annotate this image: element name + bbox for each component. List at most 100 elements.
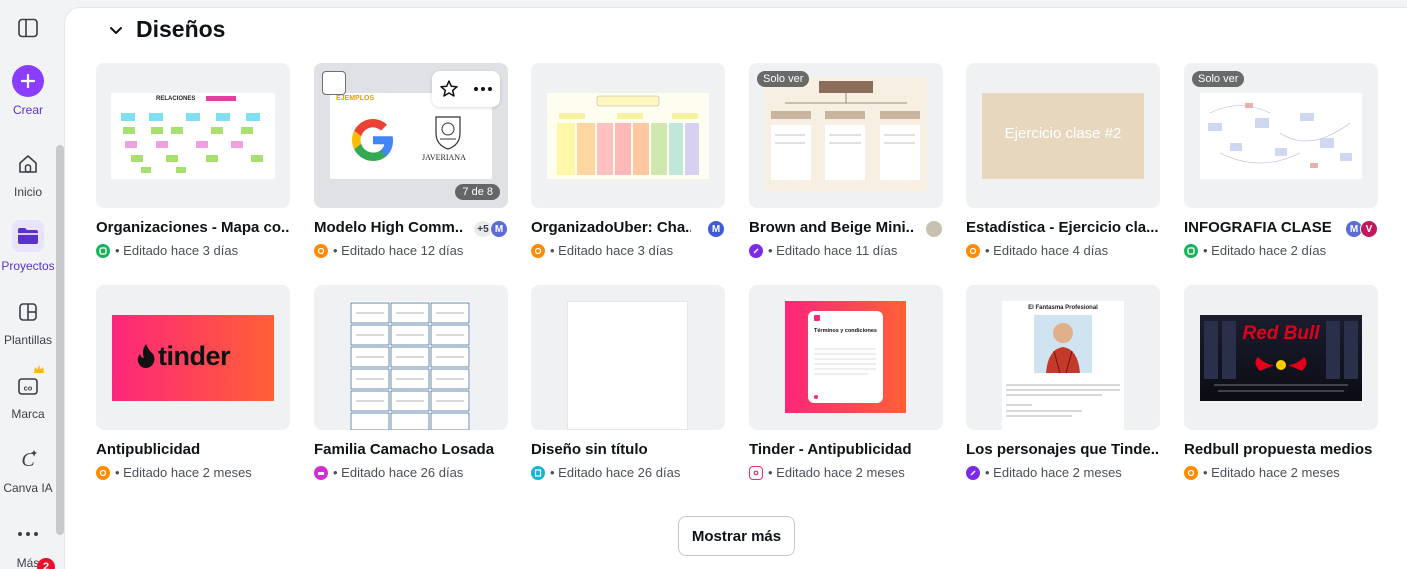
design-name[interactable]: Diseño sin título <box>531 441 725 458</box>
thumbnail-image: Red Bull <box>1200 315 1362 401</box>
design-meta: • Editado hace 4 días <box>966 243 1108 258</box>
doc-app-icon <box>531 465 545 480</box>
google-logo-icon <box>352 119 393 161</box>
design-meta: • Editado hace 3 días <box>531 243 673 258</box>
nav-templates[interactable] <box>12 296 44 328</box>
collaborator-avatars[interactable]: M <box>707 220 725 238</box>
sidebar-toggle-icon[interactable] <box>17 18 39 38</box>
design-meta: • Editado hace 3 días <box>96 243 238 258</box>
edited-time: Editado hace 12 días <box>341 243 464 258</box>
folder-icon <box>18 228 38 244</box>
whiteboard-app-icon <box>749 243 763 258</box>
design-name[interactable]: Modelo High Comm... <box>314 219 464 236</box>
print-app-icon <box>314 465 328 480</box>
show-more-button[interactable]: Mostrar más <box>678 516 795 556</box>
design-name[interactable]: Los personajes que Tinde... <box>966 441 1160 458</box>
avatar: M <box>490 220 508 238</box>
design-name[interactable]: Organizaciones - Mapa co... <box>96 219 290 236</box>
whiteboard-app-icon <box>966 465 980 480</box>
design-thumbnail[interactable]: tinder <box>96 285 290 430</box>
nav-more[interactable] <box>12 518 44 550</box>
thumbnail-image: RELACIONES <box>111 93 275 179</box>
notification-badge: 2 <box>37 558 55 569</box>
svg-text:co: co <box>24 384 33 393</box>
thumbnail-image: El Fantasma Profesional <box>1002 301 1124 430</box>
nav-projects[interactable] <box>12 220 44 252</box>
design-name[interactable]: OrganizadoUber: Cha... <box>531 219 691 236</box>
nav-brand[interactable]: co <box>12 370 44 402</box>
avatar: M <box>707 220 725 238</box>
design-thumbnail[interactable]: Solo ver <box>1184 63 1378 208</box>
select-checkbox[interactable] <box>322 71 346 95</box>
design-thumbnail[interactable]: Términos y condiciones <box>749 285 943 430</box>
edited-time: Editado hace 3 días <box>123 243 239 258</box>
thumbnail-image <box>1200 93 1362 179</box>
design-meta: • Editado hace 2 días <box>1184 243 1326 258</box>
design-meta: • Editado hace 2 meses <box>966 465 1122 480</box>
presentation-app-icon <box>314 243 328 258</box>
design-thumbnail[interactable]: Ejercicio clase #2 <box>966 63 1160 208</box>
thumbnail-image <box>765 77 927 192</box>
section-header[interactable]: Diseños <box>108 16 225 43</box>
create-button[interactable] <box>12 65 44 97</box>
collaborator-avatars[interactable]: +5 M <box>473 220 508 238</box>
presentation-app-icon <box>96 465 110 480</box>
presentation-app-icon <box>1184 465 1198 480</box>
design-thumbnail[interactable] <box>314 285 508 430</box>
design-name[interactable]: Familia Camacho Losada <box>314 441 508 458</box>
edited-time: Editado hace 2 meses <box>993 465 1122 480</box>
edited-time: Editado hace 4 días <box>993 243 1109 258</box>
design-meta: • Editado hace 11 días <box>749 243 897 258</box>
thumbnail-image <box>567 301 688 430</box>
create-label: Crear <box>12 103 43 117</box>
edited-time: Editado hace 2 meses <box>123 465 252 480</box>
design-thumbnail[interactable]: RELACIONES <box>96 63 290 208</box>
university-crest-icon <box>435 116 461 150</box>
nav-home[interactable] <box>12 148 44 180</box>
design-meta: • Editado hace 2 meses <box>749 465 905 480</box>
edited-time: Editado hace 11 días <box>776 243 898 258</box>
thumbnail-image: Ejercicio clase #2 <box>982 93 1144 179</box>
design-name[interactable]: INFOGRAFIA CLASE ... <box>1184 219 1334 236</box>
design-name[interactable]: Antipublicidad <box>96 441 290 458</box>
nav-canva-ai[interactable]: C <box>12 443 44 475</box>
star-icon[interactable] <box>439 79 459 99</box>
plus-icon <box>20 73 36 89</box>
design-thumbnail[interactable] <box>531 285 725 430</box>
design-thumbnail[interactable]: Red Bull <box>1184 285 1378 430</box>
design-thumbnail[interactable]: EJEMPLOS JAVERIANA 7 de 8 <box>314 63 508 208</box>
design-name[interactable]: Estadística - Ejercicio cla... <box>966 219 1160 236</box>
thumbnail-image <box>547 93 709 179</box>
edited-time: Editado hace 2 meses <box>776 465 905 480</box>
page-count-badge: 7 de 8 <box>455 184 500 200</box>
more-icon <box>18 532 38 536</box>
avatar <box>925 220 943 238</box>
instagram-icon <box>749 465 763 480</box>
sidebar-scrollbar[interactable] <box>56 145 64 535</box>
design-name[interactable]: Redbull propuesta medios <box>1184 441 1378 458</box>
design-name[interactable]: Tinder - Antipublicidad <box>749 441 943 458</box>
left-rail: Crear Inicio Proyectos Plantillas co Mar… <box>0 0 56 569</box>
design-meta: • Editado hace 2 meses <box>96 465 252 480</box>
thumbnail-image: Términos y condiciones <box>785 301 906 413</box>
crown-icon <box>34 365 44 373</box>
design-meta: • Editado hace 12 días <box>314 243 463 258</box>
design-name[interactable]: Brown and Beige Mini... <box>749 219 914 236</box>
more-options-icon[interactable] <box>473 86 493 92</box>
design-thumbnail[interactable] <box>531 63 725 208</box>
design-meta: • Editado hace 2 meses <box>1184 465 1340 480</box>
design-meta: • Editado hace 26 días <box>531 465 680 480</box>
tinder-flame-icon <box>137 344 155 368</box>
templates-icon <box>19 303 37 321</box>
view-only-badge: Solo ver <box>757 71 810 87</box>
whiteboard-app-icon <box>1184 243 1198 258</box>
collaborator-avatars[interactable]: M V <box>1345 220 1378 238</box>
collaborator-avatars[interactable] <box>925 220 943 238</box>
design-thumbnail[interactable]: El Fantasma Profesional <box>966 285 1160 430</box>
edited-time: Editado hace 2 meses <box>1211 465 1340 480</box>
design-meta: • Editado hace 26 días <box>314 465 463 480</box>
card-actions <box>432 71 500 107</box>
design-thumbnail[interactable]: Solo ver <box>749 63 943 208</box>
edited-time: Editado hace 26 días <box>558 465 681 480</box>
chevron-down-icon[interactable] <box>108 22 124 38</box>
